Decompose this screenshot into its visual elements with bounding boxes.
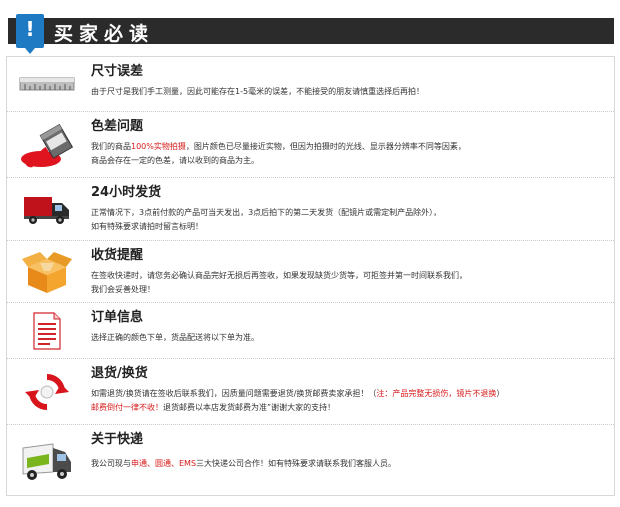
row-desc-line2: 如有特殊要求请拍时留言标明！ [91, 220, 608, 233]
desc-text: 我们的商品 [91, 142, 131, 151]
row-desc-line1: 由于尺寸是我们手工测量，因此可能存在1-5毫米的误差，不能接受的朋友请慎重选择后… [91, 85, 608, 98]
row-title: 尺寸误差 [91, 64, 144, 79]
courier-van-icon [7, 425, 87, 495]
row-title: 订单信息 [91, 310, 144, 325]
row-desc-line1: 我们的商品100%实物拍摄，图片颜色已尽量接近实物，但因为拍摄时的光线、显示器分… [91, 140, 608, 153]
desc-text: 我公司现与 [91, 459, 131, 468]
row-desc-line2: 我们会妥善处理！ [91, 283, 608, 296]
desc-text: 正常情况下，3点前付款的产品可当天发出，3点后拍下的第二天发货（配镜片或需定制产… [91, 208, 442, 217]
desc-text: 我们会妥善处理！ [91, 285, 155, 294]
notice-panel: 尺寸误差 由于尺寸是我们手工测量，因此可能存在1-5毫米的误差，不能接受的朋友请… [6, 56, 615, 496]
return-arrows-icon [7, 359, 87, 424]
row-desc-line1: 正常情况下，3点前付款的产品可当天发出，3点后拍下的第二天发货（配镜片或需定制产… [91, 206, 608, 219]
section-header: ! 买家必读 [8, 14, 614, 54]
desc-text: 三大快递公司合作！如有特殊要求请联系我们客服人员。 [196, 459, 397, 468]
notice-row-order-info: 订单信息 选择正确的颜色下单，货品配送将以下单为准。 [7, 303, 614, 359]
desc-text: 如有特殊要求请拍时留言标明！ [91, 222, 203, 231]
notice-row-return-exchange: 退货/换货 如需退货/换货请在签收后联系我们，因质量问题需要退货/换货邮费卖家承… [7, 359, 614, 425]
desc-text: 选择正确的颜色下单，货品配送将以下单为准。 [91, 333, 259, 342]
delivery-truck-icon [7, 178, 87, 240]
package-box-icon [7, 241, 87, 302]
desc-text: 商品会存在一定的色差，请以收到的商品为主。 [91, 156, 259, 165]
row-desc-line1: 我公司现与申通、圆通、EMS三大快递公司合作！如有特殊要求请联系我们客服人员。 [91, 457, 608, 470]
highlight-text: 申通、圆通、EMS [131, 459, 197, 468]
desc-text: ） [496, 389, 505, 398]
desc-text: 由于尺寸是我们手工测量，因此可能存在1-5毫米的误差，不能接受的朋友请慎重选择后… [91, 87, 425, 96]
highlight-text: 100%实物拍摄 [131, 142, 186, 151]
row-title: 收货提醒 [91, 248, 144, 263]
row-title: 24小时发货 [91, 185, 162, 200]
row-title: 退货/换货 [91, 366, 148, 381]
notice-row-24h-shipping: 24小时发货 正常情况下，3点前付款的产品可当天发出，3点后拍下的第二天发货（配… [7, 178, 614, 241]
row-desc-line2: 邮费倒付一律不收！退货邮费以本店发货邮费为准”谢谢大家的支持！ [91, 401, 608, 414]
row-desc-line1: 选择正确的颜色下单，货品配送将以下单为准。 [91, 331, 608, 344]
row-title: 色差问题 [91, 119, 144, 134]
notice-row-size-error: 尺寸误差 由于尺寸是我们手工测量，因此可能存在1-5毫米的误差，不能接受的朋友请… [7, 57, 614, 112]
exclamation-icon: ! [16, 14, 44, 54]
row-title: 关于快递 [91, 432, 144, 447]
notice-row-color-difference: 色差问题 我们的商品100%实物拍摄，图片颜色已尽量接近实物，但因为拍摄时的光线… [7, 112, 614, 178]
desc-text: 退货邮费以本店发货邮费为准”谢谢大家的支持！ [163, 403, 336, 412]
highlight-text: 邮费倒付一律不收！ [91, 403, 163, 412]
ruler-icon [7, 57, 87, 111]
row-desc-line1: 如需退货/换货请在签收后联系我们，因质量问题需要退货/换货邮费卖家承担！（注：产… [91, 387, 608, 400]
notice-row-about-courier: 关于快递 我公司现与申通、圆通、EMS三大快递公司合作！如有特殊要求请联系我们客… [7, 425, 614, 495]
notice-row-receipt-reminder: 收货提醒 在签收快递时，请您务必确认商品完好无损后再签收，如果发现缺货少货等，可… [7, 241, 614, 303]
page-title: 买家必读 [54, 23, 155, 45]
desc-text: 如需退货/换货请在签收后联系我们，因质量问题需要退货/换货邮费卖家承担！（ [91, 389, 377, 398]
desc-text: ，图片颜色已尽量接近实物，但因为拍摄时的光线、显示器分辨率不同等因素， [185, 142, 466, 151]
row-desc-line1: 在签收快递时，请您务必确认商品完好无损后再签收，如果发现缺货少货等，可拒签并第一… [91, 269, 608, 282]
paint-bucket-icon [7, 112, 87, 177]
document-icon [7, 303, 87, 358]
desc-text: 在签收快递时，请您务必确认商品完好无损后再签收，如果发现缺货少货等，可拒签并第一… [91, 271, 467, 280]
highlight-text: 注：产品完整无损伤，镜片不退换 [376, 389, 497, 398]
row-desc-line2: 商品会存在一定的色差，请以收到的商品为主。 [91, 154, 608, 167]
